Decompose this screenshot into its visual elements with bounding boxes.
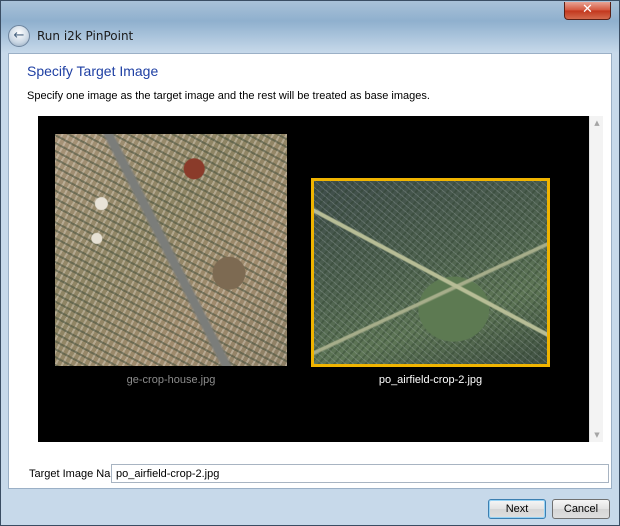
image-viewer: ge-crop-house.jpg po_airfield-crop-2.jpg xyxy=(38,116,589,442)
image-filename-label: po_airfield-crop-2.jpg xyxy=(378,374,483,386)
close-button[interactable]: ✕ xyxy=(564,2,611,20)
viewer-scrollbar[interactable]: ▲ ▼ xyxy=(589,116,603,442)
back-button[interactable]: ← xyxy=(8,25,30,47)
scroll-up-icon[interactable]: ▲ xyxy=(590,116,604,130)
cancel-button[interactable]: Cancel xyxy=(552,499,610,519)
target-image-name-input[interactable] xyxy=(111,464,609,483)
image-filename-label: ge-crop-house.jpg xyxy=(126,374,216,386)
window-title: Run i2k PinPoint xyxy=(37,29,134,43)
close-icon: ✕ xyxy=(582,2,593,17)
image-thumbnail-ge-crop-house[interactable] xyxy=(55,134,287,366)
next-button[interactable]: Next xyxy=(488,499,546,519)
scroll-down-icon[interactable]: ▼ xyxy=(590,428,604,442)
wizard-window: ✕ ← Run i2k PinPoint Specify Target Imag… xyxy=(0,0,620,526)
page-title: Specify Target Image xyxy=(27,63,159,79)
wizard-content-panel: Specify Target Image Specify one image a… xyxy=(8,53,612,489)
image-thumbnail-po-airfield-selected[interactable] xyxy=(311,178,550,367)
instructions-text: Specify one image as the target image an… xyxy=(27,90,430,102)
back-arrow-icon: ← xyxy=(13,28,25,43)
